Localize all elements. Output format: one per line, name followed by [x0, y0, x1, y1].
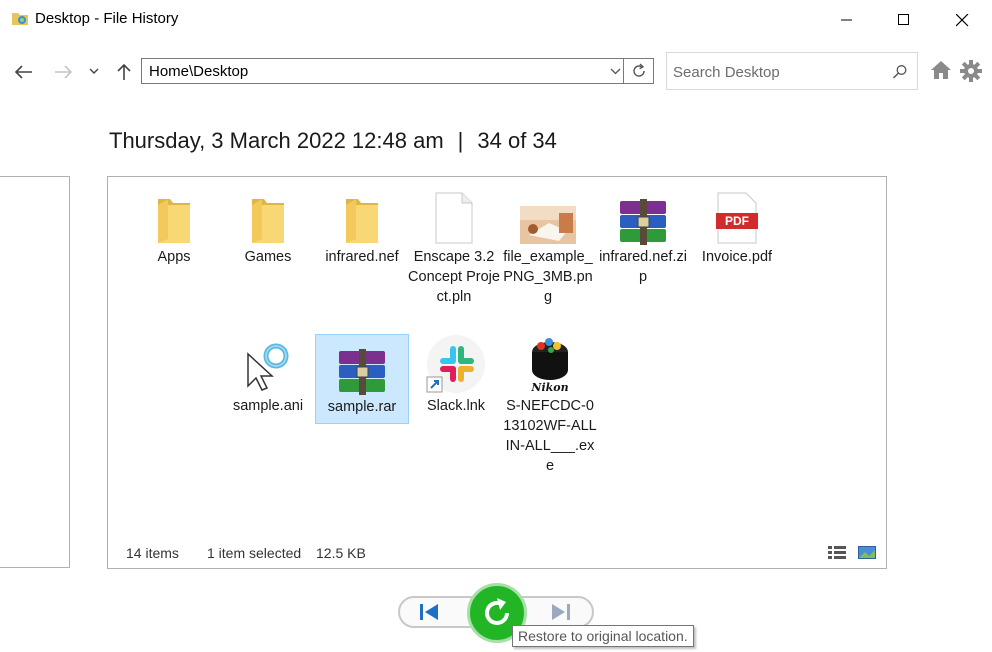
back-button[interactable]	[12, 61, 36, 83]
file-item[interactable]: Slack.lnk	[409, 334, 503, 416]
archive-icon	[339, 349, 385, 395]
previous-snapshot-panel[interactable]	[0, 176, 70, 568]
close-icon	[955, 13, 968, 26]
home-icon[interactable]	[930, 60, 952, 80]
svg-text:Nikon: Nikon	[530, 381, 568, 394]
chevron-down-icon	[89, 68, 99, 74]
svg-text:PDF: PDF	[725, 214, 749, 228]
restore-icon	[485, 598, 509, 625]
snapshot-position: 34 of 34	[477, 128, 557, 153]
large-icons-view-icon[interactable]	[858, 546, 876, 559]
file-item[interactable]: infrared.nef.zip	[596, 185, 690, 287]
file-item[interactable]: Games	[221, 185, 315, 267]
slack-shortcut-icon	[426, 335, 485, 393]
folder-icon	[158, 199, 190, 243]
arrow-right-icon	[55, 65, 72, 79]
restore-tooltip: Restore to original location.	[512, 625, 694, 647]
recent-locations-button[interactable]	[82, 61, 106, 83]
file-item[interactable]: Nikon S-NEFCDC-013102WF-ALLIN-ALL___.exe	[503, 334, 597, 476]
address-bar[interactable]: Home\Desktop	[141, 58, 654, 84]
nikon-installer-icon: Nikon	[530, 338, 569, 394]
file-item[interactable]: Apps	[127, 185, 221, 267]
minimize-icon	[841, 19, 852, 21]
chevron-down-icon	[610, 68, 620, 74]
file-label: sample.rar	[327, 399, 397, 415]
file-label: sample.ani	[232, 398, 304, 414]
folder-icon	[346, 199, 378, 243]
blank-file-icon	[435, 192, 473, 244]
refresh-icon	[632, 63, 645, 77]
arrow-up-icon	[117, 63, 131, 80]
file-label: infrared.nef	[325, 249, 399, 265]
search-icon	[892, 65, 907, 79]
address-path: Home\Desktop	[149, 63, 249, 80]
animated-cursor-icon	[247, 343, 289, 391]
title-bar: Desktop - File History	[0, 0, 992, 40]
file-label: Apps	[157, 249, 191, 265]
file-history-app-icon	[12, 13, 28, 25]
snapshot-separator: |	[457, 128, 464, 153]
item-count: 14 items	[126, 545, 179, 561]
details-view-icon[interactable]	[828, 546, 846, 559]
snapshot-date: Thursday, 3 March 2022 12:48 am	[109, 128, 444, 153]
search-box[interactable]: Search Desktop	[666, 52, 918, 90]
pdf-icon: PDF	[716, 192, 758, 244]
file-label: Slack.lnk	[426, 398, 486, 414]
file-item[interactable]: infrared.nef	[315, 185, 409, 267]
gear-icon[interactable]	[960, 60, 982, 82]
image-thumbnail-icon	[520, 206, 576, 244]
maximize-button[interactable]	[875, 0, 933, 40]
forward-button[interactable]	[51, 61, 75, 83]
folder-icon	[252, 199, 284, 243]
selection-count: 1 item selected	[207, 545, 302, 561]
file-item[interactable]: file_example_PNG_3MB.png	[501, 185, 595, 307]
file-label: infrared.nef.zip	[599, 249, 687, 285]
file-label: Games	[244, 249, 292, 265]
file-label: Invoice.pdf	[701, 249, 773, 265]
file-item[interactable]: Enscape 3.2 Concept Project.pln	[407, 185, 501, 307]
file-label: S-NEFCDC-013102WF-ALLIN-ALL___.exe	[503, 398, 597, 474]
arrow-left-icon	[15, 65, 32, 79]
file-item[interactable]: PDF Invoice.pdf	[690, 185, 784, 267]
close-button[interactable]	[933, 0, 991, 40]
search-placeholder: Search Desktop	[673, 64, 780, 81]
window-title: Desktop - File History	[35, 10, 179, 27]
file-label: file_example_PNG_3MB.png	[503, 249, 593, 305]
file-label: Enscape 3.2 Concept Project.pln	[408, 249, 500, 305]
snapshot-header: Thursday, 3 March 2022 12:48 am | 34 of 34	[109, 128, 557, 154]
file-item[interactable]: sample.ani	[221, 334, 315, 416]
next-version-icon[interactable]	[548, 600, 578, 624]
view-toggle	[828, 546, 876, 559]
refresh-button[interactable]	[623, 58, 654, 84]
selection-size: 12.5 KB	[316, 545, 366, 561]
file-list-panel: Apps Games infrared.nef Enscape 3.2 Conc…	[107, 176, 887, 569]
previous-version-icon[interactable]	[414, 600, 444, 624]
minimize-button[interactable]	[818, 0, 876, 40]
status-bar: 14 items 1 item selected 12.5 KB	[108, 545, 888, 565]
up-button[interactable]	[112, 61, 136, 83]
archive-icon	[620, 199, 666, 245]
maximize-icon	[898, 14, 909, 25]
file-item[interactable]: sample.rar	[315, 334, 409, 424]
